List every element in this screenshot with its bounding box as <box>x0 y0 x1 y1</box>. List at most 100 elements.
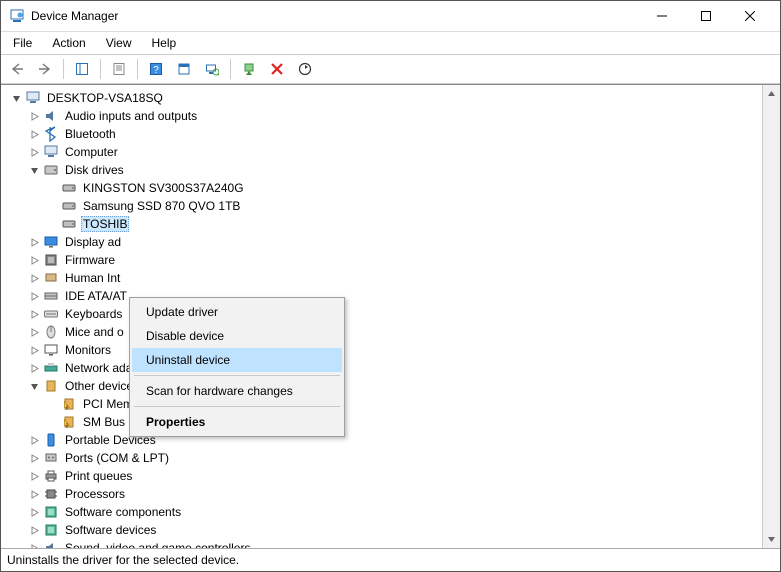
tree-item[interactable]: Firmware <box>5 251 762 269</box>
drive-icon <box>61 180 77 196</box>
cpu-icon <box>43 486 59 502</box>
tree-item[interactable]: KINGSTON SV300S37A240G <box>5 179 762 197</box>
expand-collapse-icon[interactable] <box>27 325 41 339</box>
expand-collapse-icon[interactable] <box>27 127 41 141</box>
app-icon <box>9 8 25 24</box>
tree-item[interactable]: Audio inputs and outputs <box>5 107 762 125</box>
toolbar-uninstall-button[interactable] <box>265 57 289 81</box>
mouse-icon <box>43 324 59 340</box>
tree-item[interactable]: !PCI Memory Controller <box>5 395 762 413</box>
kb-icon <box>43 306 59 322</box>
warn-icon: ! <box>61 414 77 430</box>
tree-item[interactable]: Computer <box>5 143 762 161</box>
expand-collapse-icon[interactable] <box>27 163 41 177</box>
tree-item[interactable]: IDE ATA/AT <box>5 287 762 305</box>
tree-item[interactable]: Other devices <box>5 377 762 395</box>
toolbar-update-button[interactable] <box>293 57 317 81</box>
ports-icon <box>43 450 59 466</box>
tree-root[interactable]: DESKTOP-VSA18SQ <box>5 89 762 107</box>
toolbar-properties-button[interactable] <box>107 57 131 81</box>
expand-collapse-icon[interactable] <box>27 487 41 501</box>
close-button[interactable] <box>728 1 772 31</box>
menu-action[interactable]: Action <box>44 34 93 52</box>
device-tree[interactable]: DESKTOP-VSA18SQ Audio inputs and outputs… <box>1 85 762 548</box>
toolbar-enable-button[interactable] <box>237 57 261 81</box>
expand-collapse-icon[interactable] <box>27 235 41 249</box>
toolbar-sheet-button[interactable] <box>172 57 196 81</box>
net-icon <box>43 360 59 376</box>
expand-collapse-icon[interactable] <box>27 253 41 267</box>
tree-item-label: Firmware <box>63 253 117 267</box>
expand-collapse-icon[interactable] <box>27 523 41 537</box>
tree-item[interactable]: Mice and o <box>5 323 762 341</box>
tree-item-label: Software components <box>63 505 183 519</box>
context-menu-item[interactable]: Uninstall device <box>132 348 342 372</box>
tree-item[interactable]: TOSHIB <box>5 215 762 233</box>
tree-item[interactable]: Human Int <box>5 269 762 287</box>
tree-item[interactable]: Ports (COM & LPT) <box>5 449 762 467</box>
expand-collapse-icon[interactable] <box>27 289 41 303</box>
tree-item[interactable]: Samsung SSD 870 QVO 1TB <box>5 197 762 215</box>
display-icon <box>43 234 59 250</box>
vertical-scrollbar[interactable] <box>762 85 780 548</box>
expand-collapse-icon[interactable] <box>27 505 41 519</box>
ide-icon <box>43 288 59 304</box>
expand-collapse-icon[interactable] <box>27 145 41 159</box>
expand-collapse-icon[interactable] <box>27 109 41 123</box>
tree-item[interactable]: Disk drives <box>5 161 762 179</box>
menu-view[interactable]: View <box>98 34 140 52</box>
tree-item[interactable]: !SM Bus Controller <box>5 413 762 431</box>
computer-icon <box>25 90 41 106</box>
scroll-down-icon[interactable] <box>763 531 780 548</box>
context-menu-item[interactable]: Properties <box>132 410 342 434</box>
tree-item[interactable]: Bluetooth <box>5 125 762 143</box>
menu-file[interactable]: File <box>5 34 40 52</box>
tree-item[interactable]: Network adapters <box>5 359 762 377</box>
print-icon <box>43 468 59 484</box>
expand-collapse-icon[interactable] <box>27 271 41 285</box>
other-icon <box>43 378 59 394</box>
tree-item[interactable]: Software components <box>5 503 762 521</box>
toolbar-forward-button[interactable] <box>33 57 57 81</box>
expand-collapse-icon[interactable] <box>9 91 23 105</box>
tree-item-label: Display ad <box>63 235 123 249</box>
toolbar-back-button[interactable] <box>5 57 29 81</box>
expand-collapse-icon[interactable] <box>27 307 41 321</box>
expand-collapse-icon[interactable] <box>27 541 41 548</box>
context-menu-item[interactable]: Update driver <box>132 300 342 324</box>
expand-collapse-icon[interactable] <box>27 343 41 357</box>
scroll-up-icon[interactable] <box>763 85 780 102</box>
tree-item[interactable]: Display ad <box>5 233 762 251</box>
warn-icon: ! <box>61 396 77 412</box>
expand-collapse-icon[interactable] <box>27 433 41 447</box>
toolbar-help-button[interactable]: ? <box>144 57 168 81</box>
tree-item[interactable]: Monitors <box>5 341 762 359</box>
toolbar: ? <box>1 54 780 84</box>
context-menu-item[interactable]: Disable device <box>132 324 342 348</box>
expand-collapse-icon[interactable] <box>27 361 41 375</box>
toolbar-separator <box>63 59 64 79</box>
pc-icon <box>43 144 59 160</box>
toolbar-scan-button[interactable] <box>200 57 224 81</box>
tree-item[interactable]: Software devices <box>5 521 762 539</box>
tree-item[interactable]: Print queues <box>5 467 762 485</box>
menu-help[interactable]: Help <box>144 34 185 52</box>
maximize-button[interactable] <box>684 1 728 31</box>
tree-item-label: Sound, video and game controllers <box>63 541 252 548</box>
sw-icon <box>43 504 59 520</box>
tree-item-label: Human Int <box>63 271 122 285</box>
svg-text:!: ! <box>66 405 68 412</box>
context-menu-separator <box>134 375 340 376</box>
toolbar-show-hide-button[interactable] <box>70 57 94 81</box>
tree-item-label: Print queues <box>63 469 134 483</box>
tree-item[interactable]: Processors <box>5 485 762 503</box>
minimize-button[interactable] <box>640 1 684 31</box>
titlebar: Device Manager <box>1 1 780 32</box>
expand-collapse-icon[interactable] <box>27 451 41 465</box>
tree-item[interactable]: Portable Devices <box>5 431 762 449</box>
context-menu-item[interactable]: Scan for hardware changes <box>132 379 342 403</box>
tree-item[interactable]: Keyboards <box>5 305 762 323</box>
expand-collapse-icon[interactable] <box>27 379 41 393</box>
tree-item[interactable]: Sound, video and game controllers <box>5 539 762 548</box>
expand-collapse-icon[interactable] <box>27 469 41 483</box>
